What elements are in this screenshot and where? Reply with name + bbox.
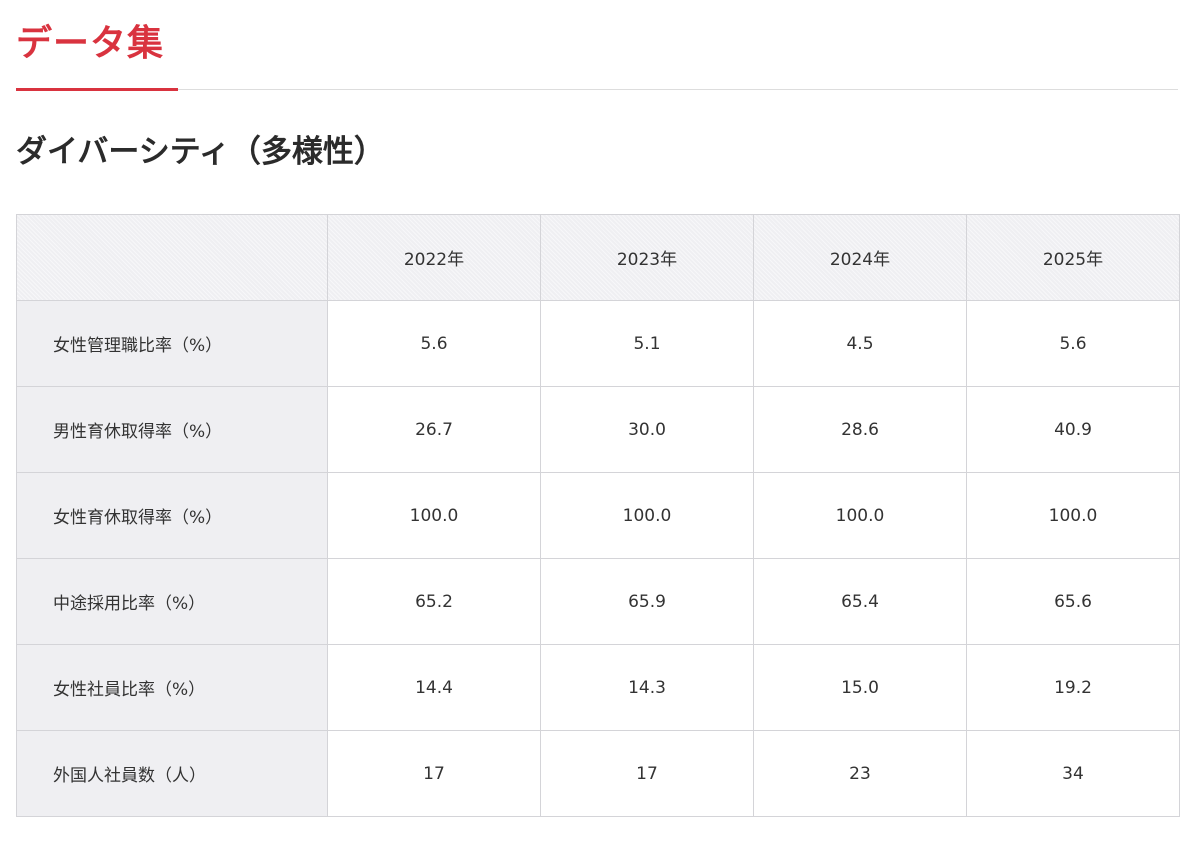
table-cell: 65.9 bbox=[540, 558, 754, 645]
table-cell: 4.5 bbox=[753, 300, 967, 387]
table-cell: 17 bbox=[327, 730, 541, 817]
table-cell: 65.4 bbox=[753, 558, 967, 645]
table-cell: 26.7 bbox=[327, 386, 541, 473]
row-header: 男性育休取得率（%） bbox=[16, 386, 328, 473]
table-cell: 5.6 bbox=[327, 300, 541, 387]
table-cell: 100.0 bbox=[327, 472, 541, 559]
table-cell: 14.3 bbox=[540, 644, 754, 731]
table-row: 外国人社員数（人） 17 17 23 34 bbox=[16, 730, 1180, 817]
table-row: 女性社員比率（%） 14.4 14.3 15.0 19.2 bbox=[16, 644, 1180, 731]
column-header-year: 2025年 bbox=[966, 214, 1180, 301]
row-header: 女性管理職比率（%） bbox=[16, 300, 328, 387]
table-row: 男性育休取得率（%） 26.7 30.0 28.6 40.9 bbox=[16, 386, 1180, 473]
table-cell: 5.1 bbox=[540, 300, 754, 387]
table-cell: 65.6 bbox=[966, 558, 1180, 645]
table-cell: 40.9 bbox=[966, 386, 1180, 473]
table-cell: 100.0 bbox=[966, 472, 1180, 559]
table-cell: 30.0 bbox=[540, 386, 754, 473]
section-title: ダイバーシティ（多様性） bbox=[16, 134, 385, 170]
table-cell: 19.2 bbox=[966, 644, 1180, 731]
row-header: 女性育休取得率（%） bbox=[16, 472, 328, 559]
table-cell: 28.6 bbox=[753, 386, 967, 473]
table-cell: 17 bbox=[540, 730, 754, 817]
table-cell: 65.2 bbox=[327, 558, 541, 645]
column-header-year: 2024年 bbox=[753, 214, 967, 301]
column-header-year: 2023年 bbox=[540, 214, 754, 301]
row-header: 中途採用比率（%） bbox=[16, 558, 328, 645]
table-cell: 23 bbox=[753, 730, 967, 817]
table-cell: 15.0 bbox=[753, 644, 967, 731]
heading-divider bbox=[16, 89, 1178, 90]
column-header-year: 2022年 bbox=[327, 214, 541, 301]
table-cell: 34 bbox=[966, 730, 1180, 817]
table-row: 女性管理職比率（%） 5.6 5.1 4.5 5.6 bbox=[16, 300, 1180, 387]
table-header-row: 2022年 2023年 2024年 2025年 bbox=[16, 214, 1180, 301]
table-row: 女性育休取得率（%） 100.0 100.0 100.0 100.0 bbox=[16, 472, 1180, 559]
row-header: 外国人社員数（人） bbox=[16, 730, 328, 817]
page-heading: データ集 bbox=[16, 23, 165, 64]
heading-accent-underline bbox=[16, 88, 178, 91]
table-cell: 14.4 bbox=[327, 644, 541, 731]
table-cell: 5.6 bbox=[966, 300, 1180, 387]
row-header: 女性社員比率（%） bbox=[16, 644, 328, 731]
table-row: 中途採用比率（%） 65.2 65.9 65.4 65.6 bbox=[16, 558, 1180, 645]
table-cell: 100.0 bbox=[540, 472, 754, 559]
table-cell: 100.0 bbox=[753, 472, 967, 559]
diversity-data-table: 2022年 2023年 2024年 2025年 女性管理職比率（%） 5.6 5… bbox=[16, 214, 1180, 817]
table-corner-cell bbox=[16, 214, 328, 301]
